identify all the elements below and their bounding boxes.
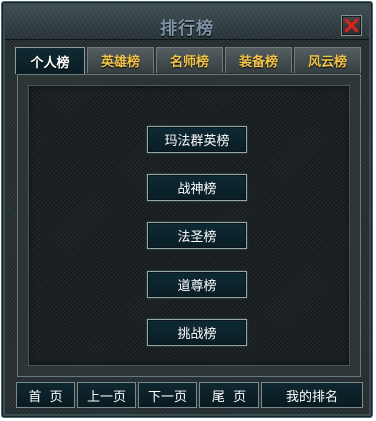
pagination-bar: 首 页 上一页 下一页 尾 页 我的排名: [16, 382, 365, 408]
my-rank-button[interactable]: 我的排名: [261, 382, 363, 408]
tab-personal[interactable]: 个人榜: [15, 47, 85, 74]
challenge-button[interactable]: 挑战榜: [147, 319, 247, 346]
ranking-window: 排行榜 个人榜 英雄榜 名师榜 装备榜 风云榜 玛法群英榜 战神榜 法圣榜 道尊…: [1, 1, 373, 418]
next-page-button[interactable]: 下一页: [138, 382, 197, 408]
window-title: 排行榜: [160, 19, 214, 39]
first-page-button[interactable]: 首 页: [16, 382, 75, 408]
war-god-button[interactable]: 战神榜: [147, 174, 247, 201]
close-button[interactable]: [341, 15, 362, 36]
content-inner-panel: 玛法群英榜 战神榜 法圣榜 道尊榜 挑战榜: [28, 85, 350, 366]
tab-equipment[interactable]: 装备榜: [225, 47, 292, 73]
content-panel: 玛法群英榜 战神榜 法圣榜 道尊榜 挑战榜: [17, 74, 361, 377]
close-icon: [345, 19, 358, 32]
tab-master[interactable]: 名师榜: [156, 47, 223, 73]
tab-bar: 个人榜 英雄榜 名师榜 装备榜 风云榜: [15, 47, 361, 74]
tab-fengyun[interactable]: 风云榜: [294, 47, 361, 73]
sage-button[interactable]: 法圣榜: [147, 222, 247, 249]
prev-page-button[interactable]: 上一页: [77, 382, 136, 408]
tab-hero[interactable]: 英雄榜: [87, 47, 154, 73]
taoist-button[interactable]: 道尊榜: [147, 271, 247, 298]
mafa-heroes-button[interactable]: 玛法群英榜: [147, 126, 247, 153]
last-page-button[interactable]: 尾 页: [199, 382, 259, 408]
title-bar[interactable]: 排行榜: [5, 5, 369, 40]
